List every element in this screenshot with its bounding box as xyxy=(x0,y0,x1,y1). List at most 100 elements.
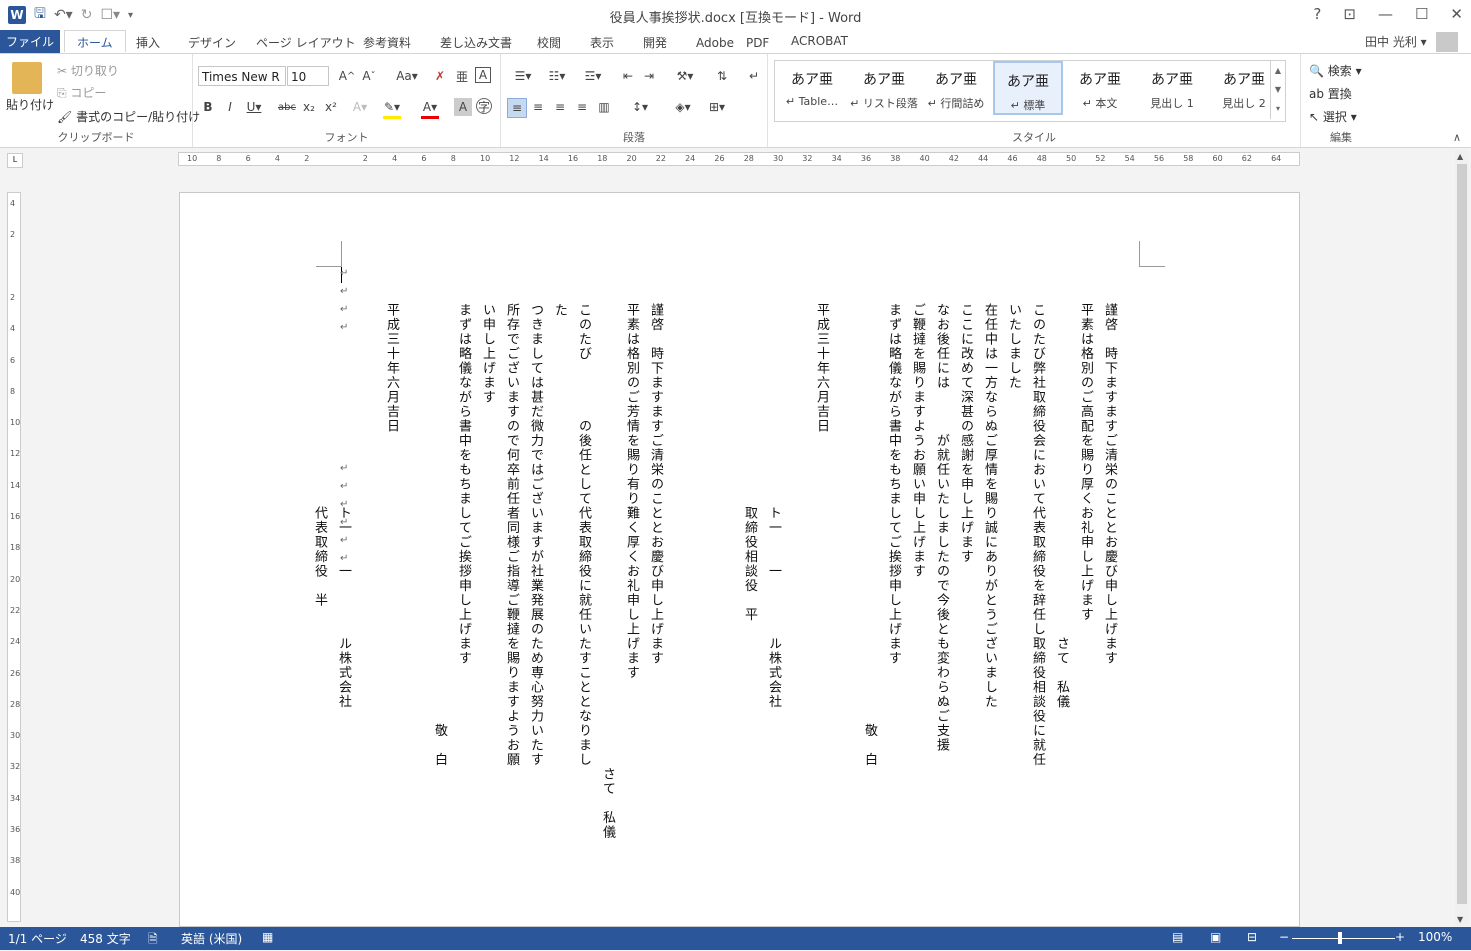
vertical-scrollbar[interactable]: ▲ ▼ xyxy=(1455,150,1469,926)
multilevel-list-icon[interactable]: ☲▾ xyxy=(579,67,607,85)
language-indicator[interactable]: 英語 (米国) xyxy=(181,930,242,947)
bold-button[interactable]: B xyxy=(199,98,217,116)
web-layout-icon[interactable]: ⊟ xyxy=(1247,930,1257,944)
change-case-icon[interactable]: Aa▾ xyxy=(393,67,421,85)
styles-group: あア亜 ↵ Table… あア亜 ↵ リスト段落 あア亜 ↵ 行間詰め あア亜 ↵ 標準… xyxy=(768,54,1301,147)
styles-scroll[interactable]: ▲ ▼ ▾ xyxy=(1270,61,1285,119)
numbering-icon[interactable]: ☷▾ xyxy=(543,67,571,85)
cut-button[interactable]: ✂ 切り取り xyxy=(57,62,119,79)
help-button[interactable]: ? xyxy=(1313,5,1321,23)
horizontal-ruler[interactable]: 10 8 6 4 2 2 4 6 8 10 12 14 16 18 20 22 24 26 28 30 32 34 36 38… xyxy=(178,152,1300,166)
align-center-button[interactable]: ≡ xyxy=(529,98,547,116)
justify-button[interactable]: ≡ xyxy=(573,98,591,116)
select-button[interactable]: ↖ 選択 ▾ xyxy=(1309,108,1357,125)
line-spacing-icon[interactable]: ↕▾ xyxy=(626,98,654,116)
char-border-icon[interactable]: A xyxy=(475,67,491,83)
asian-layout-icon[interactable]: ⚒▾ xyxy=(671,67,699,85)
zoom-slider-thumb[interactable] xyxy=(1338,932,1342,944)
distributed-button[interactable]: ▥ xyxy=(595,98,613,116)
align-left-button[interactable]: ≡ xyxy=(507,98,527,118)
subscript-button[interactable]: x₂ xyxy=(300,98,318,116)
font-color-icon[interactable]: A▾ xyxy=(421,98,439,119)
collapse-ribbon-icon[interactable]: ∧ xyxy=(1453,131,1461,144)
style-heading-2[interactable]: あア亜 見出し 2 xyxy=(1209,61,1279,115)
text-effects-icon[interactable]: A▾ xyxy=(351,98,369,116)
style-list-paragraph[interactable]: あア亜 ↵ リスト段落 xyxy=(849,61,919,115)
tab-insert[interactable]: 挿入 xyxy=(136,34,160,51)
paragraph-group-label: 段落 xyxy=(623,131,645,144)
tab-mailings[interactable]: 差し込み文書 xyxy=(440,34,512,51)
tab-adobe-pdf[interactable]: Adobe PDF xyxy=(696,34,769,51)
tab-view[interactable]: 表示 xyxy=(590,34,614,51)
text-column: 所存でございますので何卒前任者同様ご指導ご鞭撻を賜りますようお願 xyxy=(504,303,519,767)
italic-button[interactable]: I xyxy=(221,98,239,116)
tab-acrobat[interactable]: ACROBAT xyxy=(791,34,848,48)
paste-icon[interactable] xyxy=(12,62,42,94)
shrink-font-icon[interactable]: Aˇ xyxy=(360,67,378,85)
tab-file[interactable]: ファイル xyxy=(0,30,60,53)
text-column: ここに改めて深甚の感謝を申し上げます xyxy=(958,303,973,564)
clear-format-icon[interactable]: ✗ xyxy=(431,67,449,85)
font-size-combo[interactable]: 10 xyxy=(287,66,329,86)
bullets-icon[interactable]: ☰▾ xyxy=(509,67,537,85)
underline-button[interactable]: U▾ xyxy=(245,98,263,116)
tab-selector[interactable]: L xyxy=(7,153,23,168)
decrease-indent-icon[interactable]: ⇤ xyxy=(619,67,637,85)
char-shading-icon[interactable]: A xyxy=(454,98,472,116)
zoom-level[interactable]: 100% xyxy=(1418,930,1452,944)
grow-font-icon[interactable]: A ^ xyxy=(338,67,356,85)
zoom-slider[interactable] xyxy=(1292,938,1395,939)
tab-review[interactable]: 校閲 xyxy=(537,34,561,51)
macro-icon[interactable]: ▦ xyxy=(262,930,273,944)
paste-button[interactable]: 貼り付け xyxy=(6,96,54,113)
page-count[interactable]: 1/1 ページ xyxy=(8,930,67,947)
align-right-button[interactable]: ≡ xyxy=(551,98,569,116)
font-name-combo[interactable]: Times New R xyxy=(198,66,286,86)
word-count[interactable]: 458 文字 xyxy=(80,930,131,947)
strikethrough-button[interactable]: abc xyxy=(278,98,296,116)
vertical-ruler[interactable]: 4 2 2 4 6 8 10 12 14 16 18 20 22 24 26 28 30 32 34 36 38 40 xyxy=(7,192,21,922)
style-body-text[interactable]: あア亜 ↵ 本文 xyxy=(1065,61,1135,115)
show-marks-icon[interactable]: ↵ xyxy=(745,67,763,85)
read-mode-icon[interactable]: ▤ xyxy=(1172,930,1183,944)
borders-icon[interactable]: ⊞▾ xyxy=(703,98,731,116)
close-button[interactable]: ✕ xyxy=(1450,5,1463,23)
scroll-up-icon[interactable]: ▲ xyxy=(1457,152,1463,161)
find-button[interactable]: 🔍 検索 ▾ xyxy=(1309,62,1362,79)
scroll-down-icon[interactable]: ▼ xyxy=(1457,915,1463,924)
ruler-tick-label: 54 xyxy=(1124,154,1135,163)
style-heading-1[interactable]: あア亜 見出し 1 xyxy=(1137,61,1207,115)
tab-design[interactable]: デザイン xyxy=(188,34,236,51)
style-no-spacing[interactable]: あア亜 ↵ 行間詰め xyxy=(921,61,991,115)
zoom-in-button[interactable]: + xyxy=(1395,930,1405,944)
replace-button[interactable]: ab 置換 xyxy=(1309,85,1352,102)
enclosed-char-icon[interactable]: 字 xyxy=(476,98,492,114)
ruler-tick-label: 14 xyxy=(538,154,549,163)
tab-developer[interactable]: 開発 xyxy=(643,34,667,51)
avatar[interactable] xyxy=(1436,32,1458,52)
superscript-button[interactable]: x² xyxy=(322,98,340,116)
sort-icon[interactable]: ⇅ xyxy=(713,67,731,85)
minimize-button[interactable]: — xyxy=(1378,5,1393,23)
clipboard-group: 貼り付け ✂ 切り取り ⎘ コピー 🖌 書式のコピー/貼り付け クリップボード xyxy=(0,54,200,147)
zoom-out-button[interactable]: − xyxy=(1279,930,1289,944)
ruler-tick-label: 44 xyxy=(978,154,989,163)
proofing-icon[interactable]: 🗎 xyxy=(148,930,158,951)
maximize-button[interactable]: ☐ xyxy=(1415,5,1428,23)
print-layout-icon[interactable]: ▣ xyxy=(1210,930,1221,944)
tab-page-layout[interactable]: ページ レイアウト xyxy=(256,34,356,51)
scroll-thumb[interactable] xyxy=(1457,164,1467,904)
shading-icon[interactable]: ◈▾ xyxy=(669,98,697,116)
style-normal[interactable]: あア亜 ↵ 標準 xyxy=(993,61,1063,115)
ribbon-display-button[interactable]: ⊡ xyxy=(1343,5,1356,23)
copy-button[interactable]: ⎘ コピー xyxy=(57,84,106,101)
increase-indent-icon[interactable]: ⇥ xyxy=(640,67,658,85)
tab-references[interactable]: 参考資料 xyxy=(363,34,411,51)
tab-home[interactable]: ホーム xyxy=(64,30,126,52)
user-name[interactable]: 田中 光利 ▾ xyxy=(1365,33,1427,50)
style-table[interactable]: あア亜 ↵ Table… xyxy=(777,61,847,115)
format-painter-button[interactable]: 🖌 書式のコピー/貼り付け xyxy=(57,108,200,125)
phonetic-guide-icon[interactable]: 亜 xyxy=(453,67,471,85)
document-page[interactable]: ↵ ↵ ↵ ↵ ↵ ↵ ↵ ↵ ↵ ↵ 謹啓 時下ますますご清栄のこととお慶び申… xyxy=(179,192,1300,927)
highlight-icon[interactable]: ✎▾ xyxy=(383,98,401,119)
